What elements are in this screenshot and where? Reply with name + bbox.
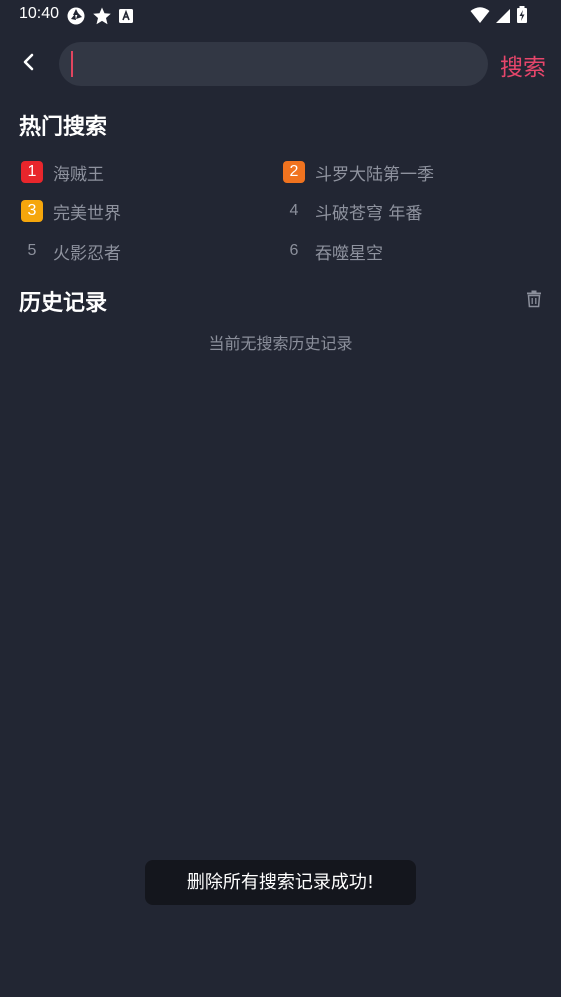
search-button[interactable]: 搜索 xyxy=(500,48,546,82)
hot-search-label: 完美世界 xyxy=(53,203,121,224)
hot-search-item[interactable]: 1 海贼王 xyxy=(21,159,104,185)
status-right-icons xyxy=(470,6,528,24)
rank-number: 5 xyxy=(27,242,37,259)
text-a-icon xyxy=(118,8,134,24)
shutter-icon xyxy=(66,6,86,26)
clear-history-button[interactable] xyxy=(526,290,542,308)
star-icon xyxy=(92,6,112,26)
rank-badge: 3 xyxy=(21,200,43,222)
hot-search-label: 吞噬星空 xyxy=(315,243,383,264)
status-time: 10:40 xyxy=(19,5,60,22)
history-title: 历史记录 xyxy=(19,291,108,316)
hot-search-title: 热门搜索 xyxy=(19,115,108,140)
search-box[interactable] xyxy=(59,42,488,86)
hot-search-label: 火影忍者 xyxy=(53,243,121,264)
hot-search-item[interactable]: 2 斗罗大陆第一季 xyxy=(283,159,434,185)
signal-icon xyxy=(495,6,511,24)
hot-search-item[interactable]: 5 火影忍者 xyxy=(21,238,121,264)
chevron-left-icon xyxy=(22,53,36,75)
status-left-icons xyxy=(66,6,134,26)
search-input[interactable] xyxy=(73,48,473,80)
toast-message: 删除所有搜索记录成功! xyxy=(145,860,416,905)
rank-number: 4 xyxy=(289,202,299,219)
trash-icon xyxy=(526,290,542,312)
battery-charging-icon xyxy=(516,6,528,24)
rank-badge: 1 xyxy=(21,161,43,183)
hot-search-label: 斗罗大陆第一季 xyxy=(315,164,434,185)
hot-search-label: 斗破苍穹 年番 xyxy=(315,203,423,224)
wifi-icon xyxy=(470,6,490,24)
rank-badge: 2 xyxy=(283,161,305,183)
search-header: 搜索 xyxy=(0,42,561,86)
hot-search-item[interactable]: 6 吞噬星空 xyxy=(283,238,383,264)
back-button[interactable] xyxy=(14,50,44,78)
hot-search-label: 海贼王 xyxy=(53,164,104,185)
status-bar: 10:40 xyxy=(0,0,561,30)
rank-number: 6 xyxy=(289,242,299,259)
hot-search-item[interactable]: 4 斗破苍穹 年番 xyxy=(283,198,423,224)
hot-search-item[interactable]: 3 完美世界 xyxy=(21,198,121,224)
empty-history-text: 当前无搜索历史记录 xyxy=(208,334,353,353)
